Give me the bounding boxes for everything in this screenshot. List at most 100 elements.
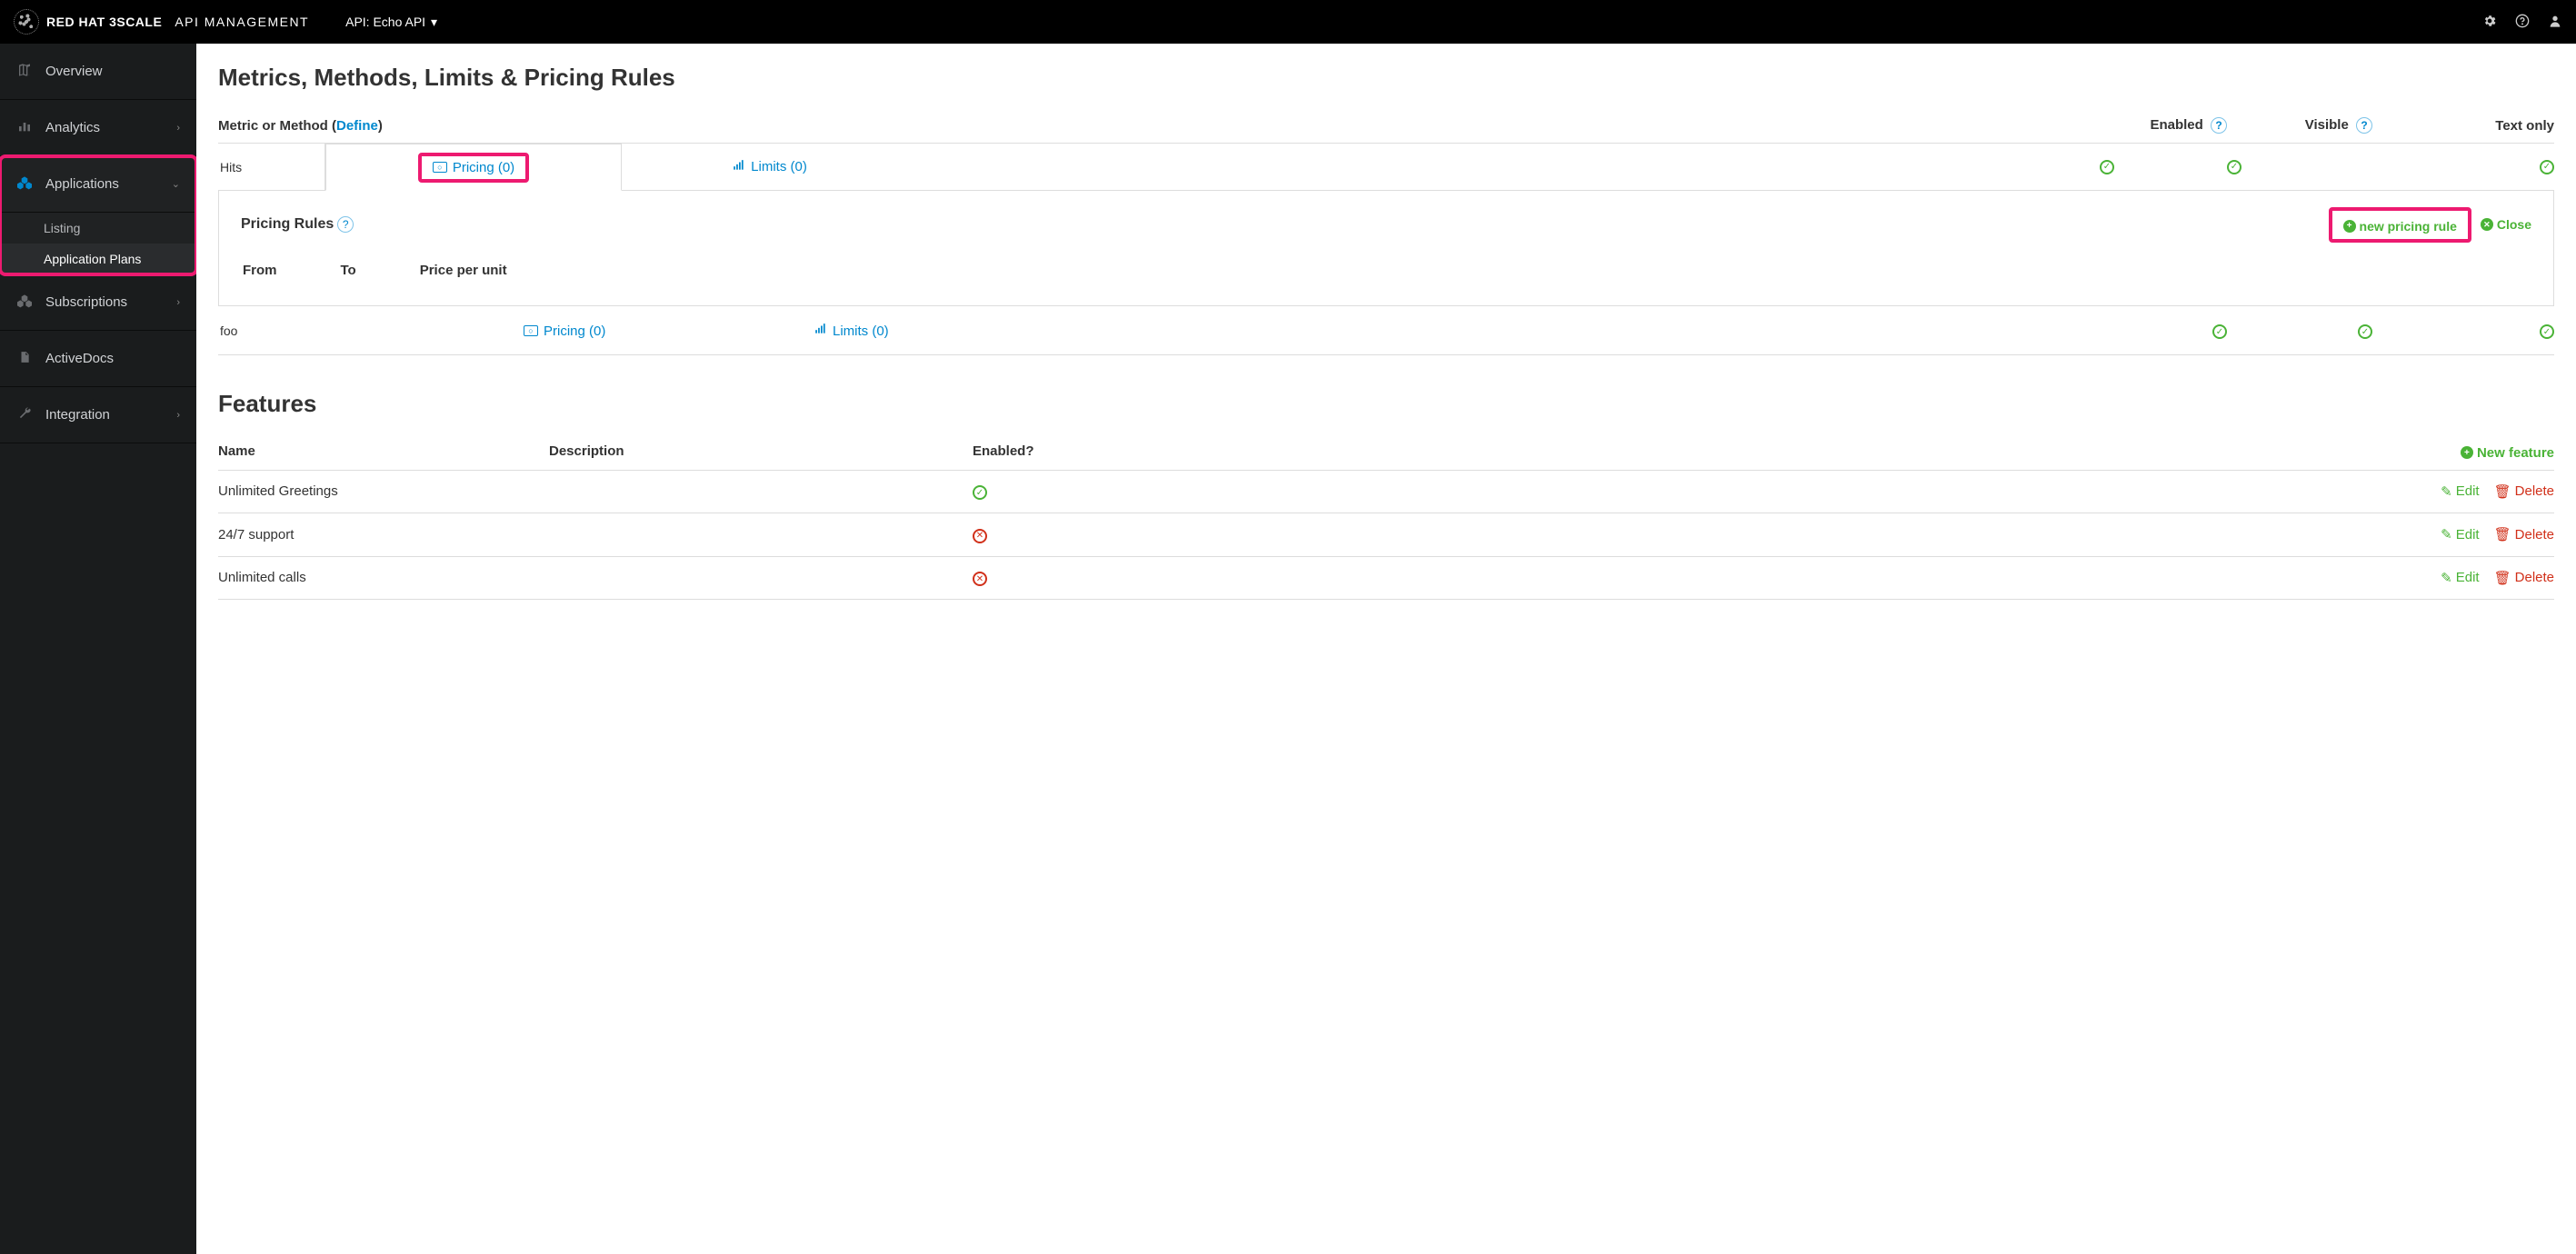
- sidebar: Overview Analytics › Applications ⌄ List…: [0, 44, 196, 1254]
- sidebar-item-analytics[interactable]: Analytics ›: [0, 100, 196, 156]
- features-title: Features: [218, 390, 2554, 418]
- cubes-icon: [16, 175, 33, 194]
- metric-name: Hits: [218, 144, 325, 190]
- sidebar-sub-application-plans[interactable]: Application Plans: [0, 244, 196, 274]
- sidebar-sub-listing[interactable]: Listing: [0, 213, 196, 244]
- col-textonly: Text only: [2372, 118, 2554, 134]
- trash-icon: 🗑: [2494, 570, 2511, 586]
- delete-button[interactable]: 🗑Delete: [2494, 570, 2554, 586]
- chevron-right-icon: ›: [176, 410, 180, 421]
- col-enabled: Enabled?: [973, 443, 1191, 461]
- feature-enabled-toggle[interactable]: ✕: [973, 526, 1191, 543]
- feature-actions: ✎Edit 🗑Delete: [1191, 483, 2554, 500]
- feature-row: Unlimited Greetings ✓ ✎Edit 🗑Delete: [218, 471, 2554, 514]
- panel-columns: From To Price per unit: [241, 263, 2531, 278]
- api-selector[interactable]: API: Echo API ▾: [345, 15, 437, 30]
- tab-pricing-label: ○ Pricing (0): [433, 160, 514, 175]
- col-description: Description: [549, 443, 973, 461]
- user-icon[interactable]: [2548, 14, 2562, 31]
- edit-button[interactable]: ✎Edit: [2441, 526, 2479, 542]
- x-icon: ✕: [973, 572, 987, 586]
- check-icon: ✓: [2540, 160, 2554, 174]
- col-enabled: Enabled ?: [2100, 117, 2227, 134]
- status-visible[interactable]: ✓: [2227, 323, 2372, 340]
- check-icon: ✓: [973, 485, 987, 500]
- feature-enabled-toggle[interactable]: ✓: [973, 483, 1191, 501]
- metric-row-hits: Hits ○ Pricing (0) Limits (0) ✓: [218, 144, 2554, 191]
- plus-icon: +: [2461, 446, 2473, 459]
- help-icon[interactable]: ?: [2356, 117, 2372, 134]
- sidebar-item-label: Overview: [45, 64, 103, 79]
- define-link[interactable]: Define: [336, 118, 378, 134]
- status-textonly[interactable]: ✓: [2372, 323, 2554, 340]
- check-icon: ✓: [2358, 324, 2372, 339]
- col-visible: Visible ?: [2227, 117, 2372, 134]
- delete-button[interactable]: 🗑Delete: [2494, 526, 2554, 542]
- bars-icon: [814, 323, 827, 339]
- features-header-row: Name Description Enabled? + New feature: [218, 434, 2554, 471]
- help-icon[interactable]: ?: [337, 216, 354, 233]
- help-icon[interactable]: [2515, 14, 2530, 31]
- check-icon: ✓: [2100, 160, 2114, 174]
- money-icon: ○: [524, 325, 538, 336]
- sidebar-item-activedocs[interactable]: ActiveDocs: [0, 331, 196, 387]
- col-name: Name: [218, 443, 549, 461]
- chevron-right-icon: ›: [176, 297, 180, 308]
- feature-name: Unlimited calls: [218, 570, 549, 585]
- feature-name: 24/7 support: [218, 527, 549, 542]
- edit-button[interactable]: ✎Edit: [2441, 570, 2479, 586]
- col-from: From: [243, 263, 277, 278]
- bars-icon: [733, 159, 745, 175]
- status-enabled[interactable]: ✓: [2100, 144, 2227, 190]
- topbar: RED HAT 3SCALE API MANAGEMENT API: Echo …: [0, 0, 2576, 44]
- close-button[interactable]: ✕ Close: [2481, 217, 2531, 232]
- gear-icon[interactable]: [2482, 14, 2497, 31]
- feature-row: 24/7 support ✕ ✎Edit 🗑Delete: [218, 513, 2554, 557]
- sidebar-item-overview[interactable]: Overview: [0, 44, 196, 100]
- status-enabled[interactable]: ✓: [2100, 323, 2227, 340]
- topbar-right: [2482, 14, 2562, 31]
- sidebar-item-label: Subscriptions: [45, 294, 127, 310]
- tab-limits[interactable]: Limits (0): [622, 144, 918, 190]
- brand-logo: RED HAT 3SCALE API MANAGEMENT: [14, 9, 309, 35]
- pencil-icon: ✎: [2441, 570, 2452, 586]
- logo-icon: [14, 9, 39, 35]
- new-feature-button[interactable]: + New feature: [1191, 443, 2554, 461]
- highlight-pricing-tab: ○ Pricing (0): [418, 153, 529, 183]
- panel-header-right: + new pricing rule ✕ Close: [2329, 207, 2531, 243]
- main-content: Metrics, Methods, Limits & Pricing Rules…: [196, 44, 2576, 1254]
- foo-limits-link[interactable]: Limits (0): [722, 323, 1016, 339]
- map-icon: [16, 63, 33, 81]
- new-pricing-rule-button[interactable]: + new pricing rule: [2343, 219, 2457, 234]
- pricing-rules-panel: Pricing Rules ? + new pricing rule ✕ Clo…: [218, 191, 2554, 306]
- sidebar-item-label: Analytics: [45, 120, 100, 135]
- plus-icon: +: [2343, 220, 2356, 233]
- feature-actions: ✎Edit 🗑Delete: [1191, 570, 2554, 586]
- tab-pricing[interactable]: ○ Pricing (0): [325, 144, 622, 191]
- help-icon[interactable]: ?: [2211, 117, 2227, 134]
- status-visible[interactable]: ✓: [2227, 144, 2372, 190]
- edit-button[interactable]: ✎Edit: [2441, 483, 2479, 500]
- sidebar-item-applications[interactable]: Applications ⌄: [0, 156, 196, 213]
- highlight-applications: Applications ⌄ Listing Application Plans: [0, 156, 196, 274]
- panel-title: Pricing Rules: [241, 216, 334, 233]
- delete-button[interactable]: 🗑Delete: [2494, 483, 2554, 500]
- check-icon: ✓: [2227, 160, 2242, 174]
- brand-sub: API MANAGEMENT: [175, 15, 309, 29]
- metrics-header-row: Metric or Method (Define) Enabled ? Visi…: [218, 108, 2554, 144]
- sidebar-item-subscriptions[interactable]: Subscriptions ›: [0, 274, 196, 331]
- pencil-icon: ✎: [2441, 526, 2452, 542]
- sidebar-item-label: ActiveDocs: [45, 351, 114, 366]
- status-cells: [918, 144, 2100, 190]
- bars-icon: [16, 119, 33, 137]
- status-textonly[interactable]: ✓: [2372, 144, 2554, 190]
- sidebar-item-integration[interactable]: Integration ›: [0, 387, 196, 443]
- document-icon: [16, 350, 33, 368]
- col-price-per-unit: Price per unit: [420, 263, 507, 278]
- feature-enabled-toggle[interactable]: ✕: [973, 570, 1191, 587]
- feature-name: Unlimited Greetings: [218, 483, 549, 499]
- foo-pricing-link[interactable]: ○ Pricing (0): [425, 323, 722, 339]
- chevron-right-icon: ›: [176, 123, 180, 134]
- cubes-icon: [16, 294, 33, 312]
- api-selector-label: API: Echo API: [345, 15, 425, 29]
